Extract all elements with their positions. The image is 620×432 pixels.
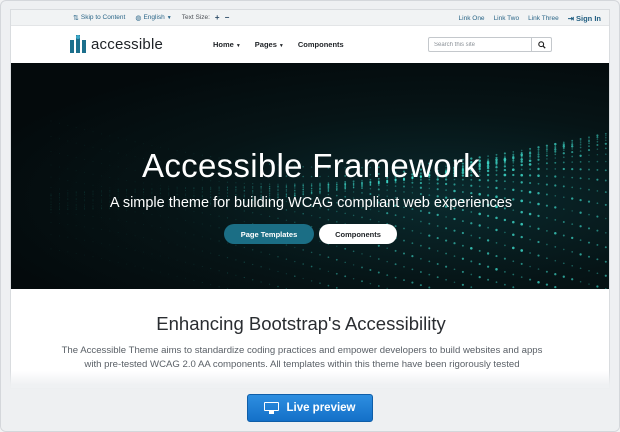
- preview-frame: ⇅ Skip to Content ◍ English ▼ Text Size:…: [0, 0, 620, 432]
- section-heading: Enhancing Bootstrap's Accessibility: [156, 313, 446, 334]
- main-navigation: accessible Home ▼ Pages ▼ Components: [11, 26, 609, 62]
- chevron-down-icon: ▼: [166, 14, 172, 21]
- search-button[interactable]: [531, 38, 551, 51]
- text-size-decrease-button[interactable]: −: [225, 13, 230, 22]
- globe-icon: ◍: [135, 14, 142, 22]
- chevron-down-icon: ▼: [235, 42, 241, 49]
- search-input[interactable]: [429, 38, 531, 51]
- hero-subtitle: A simple theme for building WCAG complia…: [109, 195, 513, 211]
- text-size-controls: Text Size: + −: [181, 13, 230, 22]
- components-button[interactable]: Components: [319, 224, 397, 244]
- monitor-icon: [264, 402, 280, 414]
- hero-actions: Page Templates Components: [224, 224, 397, 244]
- hero-banner: Accessible Framework A simple theme for …: [11, 63, 609, 289]
- utility-link-one[interactable]: Link One: [459, 15, 485, 22]
- site-search: [428, 37, 552, 52]
- utility-bar: ⇅ Skip to Content ◍ English ▼ Text Size:…: [11, 10, 609, 26]
- chevron-down-icon: ▼: [278, 42, 284, 49]
- nav-item-components[interactable]: Components: [298, 40, 344, 49]
- live-preview-button[interactable]: Live preview: [247, 394, 373, 422]
- page-templates-button[interactable]: Page Templates: [224, 224, 314, 244]
- utility-link-two[interactable]: Link Two: [494, 15, 520, 22]
- hero-title: Accessible Framework: [142, 147, 480, 184]
- site-logo[interactable]: accessible: [70, 35, 163, 53]
- skip-arrow-icon: ⇅: [73, 14, 79, 22]
- sign-in-icon: ⇥: [567, 13, 574, 23]
- sign-in-link[interactable]: ⇥ Sign In: [568, 14, 601, 23]
- text-size-increase-button[interactable]: +: [215, 13, 220, 22]
- section-paragraph: The Accessible Theme aims to standardize…: [61, 345, 543, 370]
- skip-to-content-link[interactable]: ⇅ Skip to Content: [73, 14, 125, 22]
- utility-link-three[interactable]: Link Three: [528, 15, 559, 22]
- primary-menu: Home ▼ Pages ▼ Components: [213, 26, 344, 62]
- utility-links: Link One Link Two Link Three ⇥ Sign In: [459, 10, 601, 26]
- accessible-logo-icon: [70, 35, 86, 53]
- search-icon: [537, 40, 546, 49]
- language-selector[interactable]: ◍ English ▼: [135, 14, 171, 22]
- nav-item-home[interactable]: Home ▼: [213, 40, 241, 49]
- nav-item-pages[interactable]: Pages ▼: [255, 40, 284, 49]
- brand-name: accessible: [91, 35, 164, 53]
